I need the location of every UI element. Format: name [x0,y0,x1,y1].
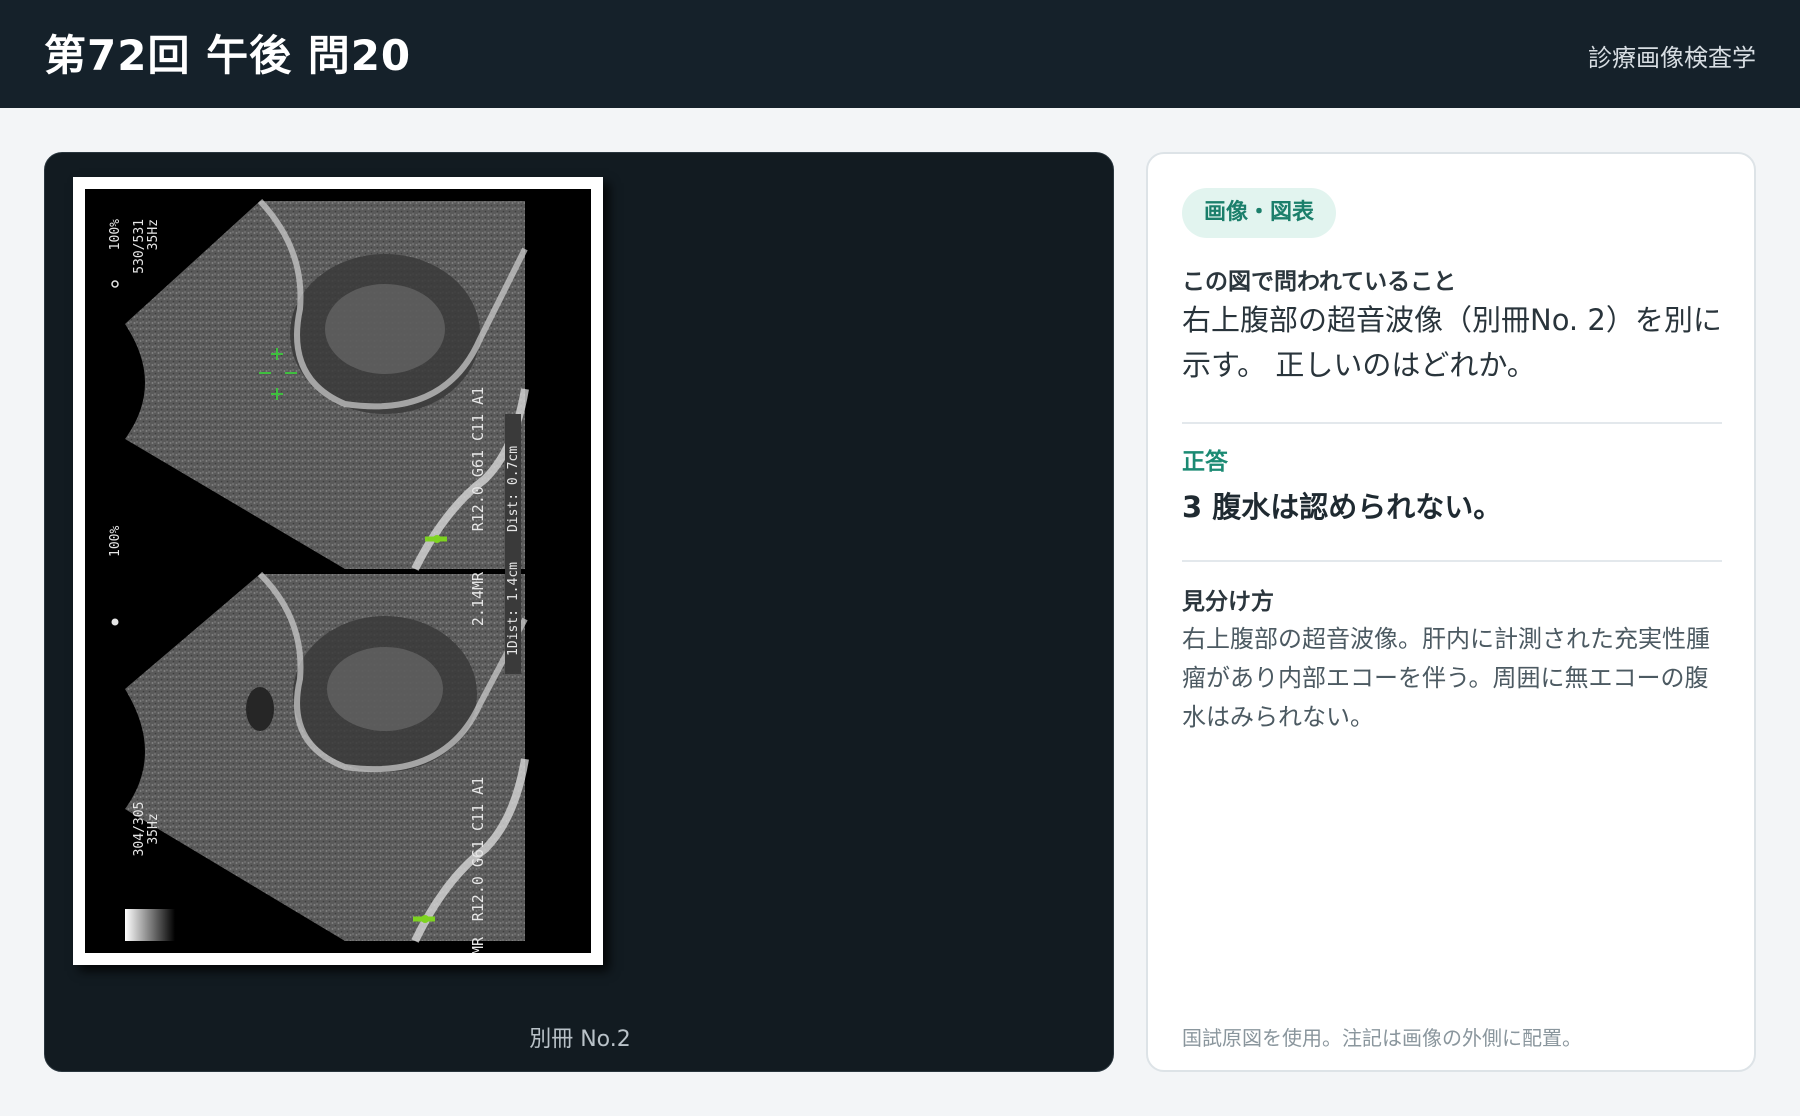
explain-text: 右上腹部の超音波像。肝内に計測された充実性腫瘤があり内部エコーを伴う。周囲に無エ… [1182,625,1710,731]
overlay-bottom-freq: 2.14MR [469,936,487,953]
figure-caption: 別冊 No.2 [529,1027,631,1052]
overlay-bottom-frames: 304/305 [132,802,147,857]
overlay-top-freq: 2.14MR [469,571,487,626]
figure-panel: 100% 530/531 35Hz 100% 304/305 35Hz R12.… [44,152,1114,1072]
overlay-top-rate: 35Hz [146,219,161,250]
subject-label: 診療画像検査学 [1588,44,1756,72]
question-text: 右上腹部の超音波像（別冊No. 2）を別に示す。 正しいのはどれか。 [1182,303,1722,382]
footnote: 国試原図を使用。注記は画像の外側に配置。 [1182,1026,1582,1050]
overlay-top-frames: 530/531 [132,219,147,274]
overlay-top-pct: 100% [108,219,123,250]
divider [1182,422,1722,424]
info-card: 画像・図表 この図で問われていること 右上腹部の超音波像（別冊No. 2）を別に… [1146,152,1756,1072]
ultrasound-image[interactable]: 100% 530/531 35Hz 100% 304/305 35Hz R12.… [73,177,603,965]
overlay-dist1: 1Dist: 1.4cm [506,562,521,656]
answer-label: 正答 [1182,449,1228,475]
page-title: 第72回 午後 問20 [44,31,412,80]
header-bar: 第72回 午後 問20 診療画像検査学 [0,0,1800,108]
overlay-bottom-rate: 35Hz [146,813,161,844]
category-badge: 画像・図表 [1182,188,1337,238]
answer-text: 3 腹水は認められない。 [1182,490,1503,524]
explain-label: 見分け方 [1182,589,1274,615]
ultrasound-image-svg: 100% 530/531 35Hz 100% 304/305 35Hz R12.… [85,189,591,953]
overlay-bottom-params: R12.0 G61 C11 A1 [469,777,487,922]
question-label: この図で問われていること [1182,269,1457,295]
overlay-mid-pct: 100% [108,526,123,557]
overlay-top-params: R12.0 G61 C11 A1 [469,387,487,532]
overlay-dist2: Dist: 0.7cm [506,446,521,532]
grayscale-bar [125,909,175,941]
divider [1182,560,1722,562]
